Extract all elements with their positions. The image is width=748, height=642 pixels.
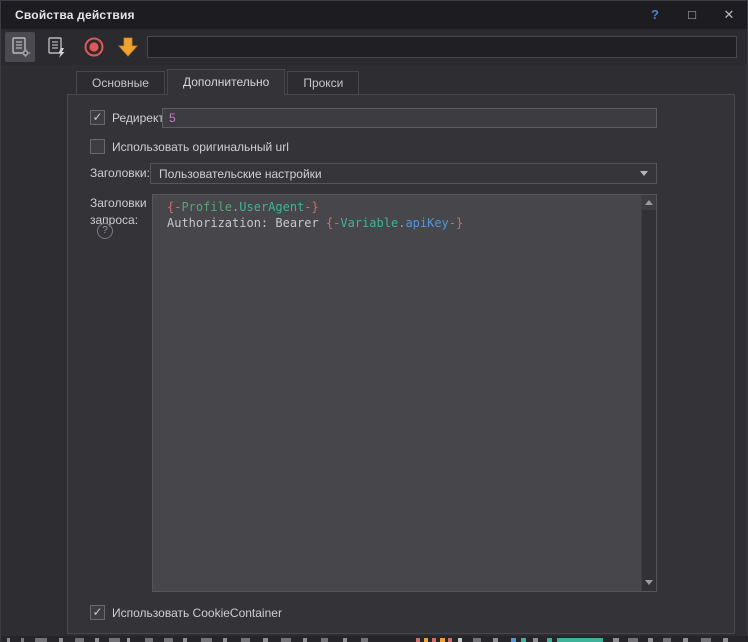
tabstrip: ОсновныеДополнительноПрокси <box>76 69 361 95</box>
scroll-down-button[interactable] <box>642 575 656 590</box>
titlebar-buttons: ? □ ✕ <box>647 1 737 29</box>
tab-page-additional: Редирект Использовать оригинальный url З… <box>67 94 735 634</box>
close-button[interactable]: ✕ <box>721 5 737 25</box>
cookie-container-checkbox[interactable] <box>90 605 105 620</box>
code-line: Authorization: Bearer {-Variable.apiKey-… <box>167 215 641 231</box>
headers-label: Заголовки: <box>90 166 150 180</box>
maximize-button[interactable]: □ <box>684 5 700 25</box>
action-properties-dialog: Свойства действия ? □ ✕ <box>0 0 748 641</box>
headers-combobox-value: Пользовательские настройки <box>159 167 640 181</box>
original-url-label: Использовать оригинальный url <box>112 140 289 154</box>
editor-scrollbar[interactable] <box>641 195 656 591</box>
toolbar <box>1 29 747 65</box>
titlebar: Свойства действия ? □ ✕ <box>1 1 747 29</box>
cookie-container-label: Использовать CookieContainer <box>112 606 282 620</box>
tab-proksi[interactable]: Прокси <box>287 71 359 95</box>
scroll-up-button[interactable] <box>642 195 656 210</box>
tab-osnovnye[interactable]: Основные <box>76 71 165 95</box>
document-settings-icon <box>8 35 32 59</box>
original-url-checkbox[interactable] <box>90 139 105 154</box>
chevron-down-icon <box>640 171 648 176</box>
request-headers-editor[interactable]: {-Profile.UserAgent-}Authorization: Bear… <box>152 194 657 592</box>
arrow-down-icon <box>116 35 140 59</box>
tab-dopolnitelno[interactable]: Дополнительно <box>167 69 285 96</box>
action-comment-tool-button[interactable] <box>41 32 71 62</box>
document-lightning-icon <box>44 35 68 59</box>
record-icon <box>82 35 106 59</box>
redirect-label: Редирект <box>112 111 164 125</box>
help-circle-icon[interactable]: ? <box>97 223 113 239</box>
help-button[interactable]: ? <box>647 5 663 25</box>
record-button[interactable] <box>79 32 109 62</box>
action-title-input[interactable] <box>147 36 737 58</box>
headers-combobox[interactable]: Пользовательские настройки <box>150 163 657 184</box>
window-title: Свойства действия <box>15 8 135 22</box>
code-area[interactable]: {-Profile.UserAgent-}Authorization: Bear… <box>153 195 641 591</box>
redirect-count-input[interactable] <box>162 108 657 128</box>
triangle-down-icon <box>645 580 653 585</box>
run-to-action-button[interactable] <box>113 32 143 62</box>
action-properties-tool-button[interactable] <box>5 32 35 62</box>
redirect-checkbox[interactable] <box>90 110 105 125</box>
clipped-text-row <box>1 636 748 642</box>
code-line: {-Profile.UserAgent-} <box>167 199 641 215</box>
triangle-up-icon <box>645 200 653 205</box>
